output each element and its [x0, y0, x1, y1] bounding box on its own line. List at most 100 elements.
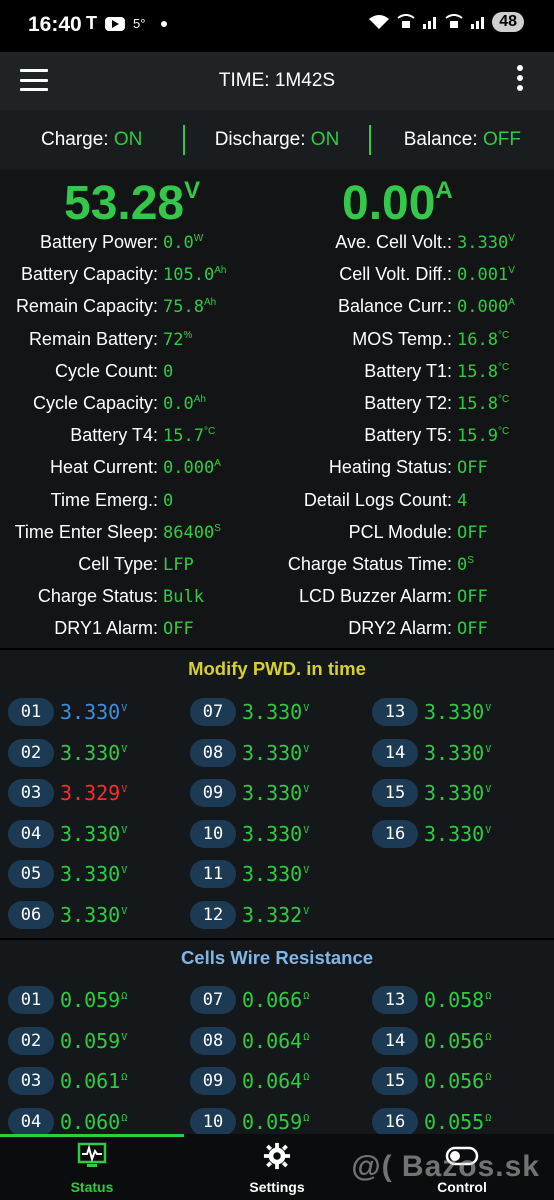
- cell-voltage-value: 3.330V: [242, 741, 309, 765]
- resistance-unit: Ω: [485, 1072, 492, 1084]
- cell-unit: V: [303, 865, 310, 877]
- cell-id-badge: 13: [372, 698, 418, 726]
- right-stat-row: Battery T5: 15.9°C: [0, 425, 509, 446]
- charge-status-row: Charge: ON Discharge: ON Balance: OFF: [0, 110, 554, 170]
- cell-voltage-section: Modify PWD. in time 01 3.330V 02 3.330V 03 3.…: [0, 650, 554, 938]
- gear-icon: [263, 1142, 291, 1170]
- current-unit: A: [435, 177, 453, 204]
- resistance-value: 0.064Ω: [242, 1029, 309, 1053]
- wire-resistance-item: 16 0.055Ω: [372, 1107, 491, 1136]
- monitor-pulse-icon: [77, 1142, 107, 1167]
- more-options-icon[interactable]: [516, 65, 524, 95]
- resistance-value-text: 0.059: [242, 1109, 303, 1134]
- nav-settings[interactable]: Settings: [185, 1142, 369, 1195]
- cell-value-text: 3.330: [60, 700, 121, 724]
- cell-unit: V: [303, 743, 310, 755]
- stat-value: 15.8: [457, 361, 498, 382]
- stat-label: Battery T1:: [364, 360, 452, 381]
- balance-value: OFF: [482, 129, 521, 150]
- cell-voltage-value: 3.330V: [424, 781, 491, 805]
- cell-id-badge: 12: [190, 900, 236, 929]
- resistance-value-text: 0.056: [424, 1069, 485, 1093]
- stat-unit: V: [508, 265, 515, 277]
- cell-id-badge: 01: [8, 986, 54, 1014]
- nav-status[interactable]: Status: [0, 1142, 184, 1195]
- cell-value-text: 3.330: [60, 862, 121, 886]
- resistance-value-text: 0.059: [60, 1028, 121, 1053]
- wire-resistance-item: 13 0.058Ω: [372, 986, 491, 1014]
- right-stat-row: PCL Module: OFF: [0, 522, 488, 543]
- cell-id-badge: 02: [8, 1026, 54, 1055]
- cell-value-text: 3.330: [60, 821, 121, 846]
- wifi-calling-2-icon: [445, 14, 463, 28]
- cell-voltage-value: 3.330V: [242, 700, 309, 724]
- status-time: 16:40: [28, 13, 82, 36]
- cell-id-badge: 04: [8, 819, 54, 848]
- cell-voltage-item: 01 3.330V: [8, 698, 127, 726]
- cell-id-badge: 16: [372, 819, 418, 848]
- balance-label: Balance:: [403, 129, 483, 150]
- cell-id-badge: 07: [190, 986, 236, 1014]
- total-voltage: 53.28V: [64, 176, 200, 231]
- stat-label: Ave. Cell Volt.:: [335, 232, 452, 252]
- cell-unit: V: [121, 905, 128, 917]
- cell-id-badge: 07: [190, 698, 236, 726]
- voltage-unit: V: [184, 177, 201, 204]
- wire-resistance-item: 02 0.059V: [8, 1026, 128, 1055]
- right-stat-row: Balance Curr.: 0.000A: [0, 296, 515, 317]
- cell-value-text: 3.330: [424, 821, 485, 846]
- temperature-icon: 5°: [133, 16, 146, 31]
- cell-value-text: 3.330: [242, 862, 303, 886]
- stat-label: MOS Temp.:: [352, 328, 452, 349]
- stat-value: 3.330: [457, 233, 509, 253]
- wire-resistance-item: 10 0.059Ω: [190, 1107, 309, 1136]
- signal-1-icon: [423, 17, 437, 29]
- charge-label: Charge:: [40, 129, 114, 150]
- cell-id-badge: 10: [190, 1107, 236, 1136]
- resistance-unit: Ω: [485, 1031, 492, 1043]
- cell-id-badge: 04: [8, 1107, 54, 1136]
- right-stat-row: LCD Buzzer Alarm: OFF: [0, 586, 488, 607]
- cell-voltage-item: 06 3.330V: [8, 900, 128, 929]
- active-tab-indicator: [0, 1134, 184, 1137]
- right-stat-row: Ave. Cell Volt.: 3.330V: [0, 232, 515, 253]
- wire-resistance-item: 07 0.066Ω: [190, 986, 309, 1014]
- stat-label: Cell Volt. Diff.:: [339, 264, 452, 285]
- cell-id-badge: 14: [372, 738, 418, 767]
- stat-unit: °C: [497, 426, 510, 438]
- stat-value: 4: [457, 490, 468, 511]
- cell-voltage-value: 3.330V: [242, 781, 309, 805]
- cell-voltage-value: 3.330V: [242, 862, 309, 886]
- cell-voltage-item: 13 3.330V: [372, 698, 491, 726]
- resistance-unit: V: [121, 1031, 128, 1043]
- signal-2-icon: [471, 17, 485, 29]
- stat-label: Battery T2:: [364, 393, 452, 413]
- discharge-value: ON: [310, 129, 340, 150]
- cell-id-badge: 02: [8, 738, 54, 767]
- right-stat-row: DRY2 Alarm: OFF: [0, 618, 487, 639]
- cell-value-text: 3.330: [242, 781, 303, 805]
- resistance-unit: Ω: [303, 1072, 310, 1084]
- stat-label: Balance Curr.:: [337, 296, 452, 317]
- resistance-unit: Ω: [303, 1031, 310, 1043]
- resistance-value-text: 0.066: [242, 988, 303, 1012]
- cell-value-text: 3.330: [242, 821, 303, 846]
- wire-resistance-item: 15 0.056Ω: [372, 1067, 491, 1095]
- cell-voltage-value: 3.330V: [60, 862, 127, 886]
- resistance-value: 0.061Ω: [60, 1069, 127, 1093]
- cell-value-text: 3.330: [60, 902, 121, 927]
- right-stat-row: MOS Temp.: 16.8°C: [0, 329, 509, 350]
- wire-resistance-item: 01 0.059Ω: [8, 986, 127, 1014]
- cell-voltage-title[interactable]: Modify PWD. in time: [0, 658, 554, 680]
- resistance-value: 0.055Ω: [424, 1110, 491, 1134]
- cell-voltage-value: 3.330V: [60, 700, 127, 724]
- discharge-status: Discharge: ON: [185, 129, 368, 151]
- cell-voltage-value: 3.330V: [60, 822, 127, 846]
- right-stat-row: Charge Status Time: 0S: [0, 554, 474, 575]
- stat-unit: S: [467, 555, 474, 566]
- resistance-unit: Ω: [121, 1072, 128, 1084]
- nav-settings-label: Settings: [249, 1179, 305, 1195]
- cell-voltage-item: 02 3.330V: [8, 738, 127, 767]
- wire-resistance-item: 04 0.060Ω: [8, 1107, 127, 1136]
- resistance-value: 0.060Ω: [60, 1110, 127, 1134]
